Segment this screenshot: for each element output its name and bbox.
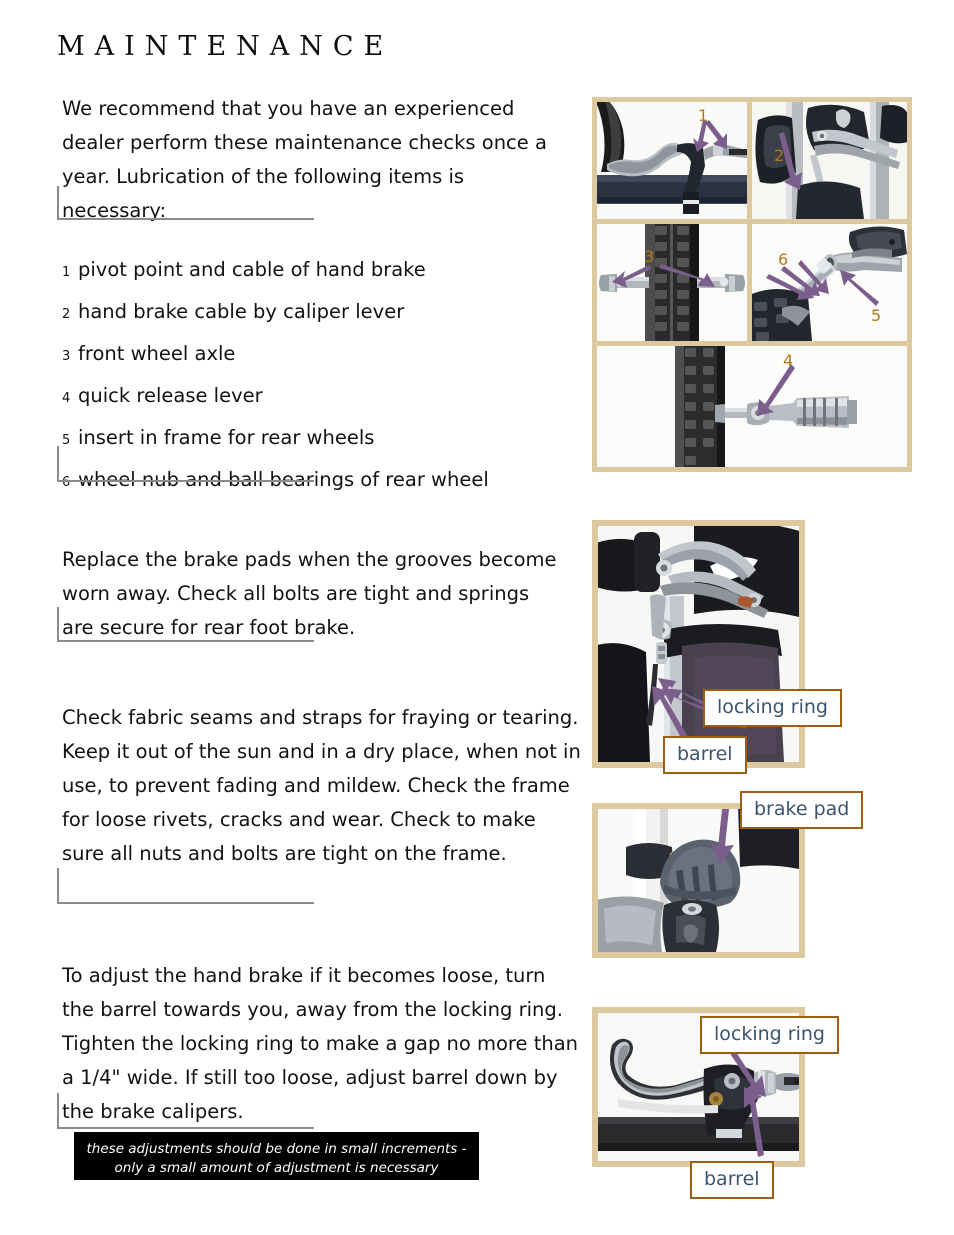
photo-number-4: 4 bbox=[783, 351, 794, 370]
photo-brake-pad bbox=[598, 809, 799, 952]
lubrication-list-item: 2 hand brake cable by caliper lever bbox=[62, 292, 582, 334]
photo-number-6: 6 bbox=[778, 250, 789, 269]
lubrication-list-item-text: hand brake cable by caliper lever bbox=[78, 300, 405, 323]
lubrication-list-item-number: 2 bbox=[62, 307, 71, 322]
lubrication-list-item: 1 pivot point and cable of hand brake bbox=[62, 250, 582, 292]
paragraph-brake-pads-text: Replace the brake pads when the grooves … bbox=[62, 548, 557, 639]
bracket-fabric bbox=[57, 868, 314, 904]
adjustment-note-line2: only a small amount of adjustment is nec… bbox=[114, 1160, 439, 1176]
lubrication-list-item-text: insert in frame for rear wheels bbox=[78, 426, 375, 449]
callout-hand-brake-barrel: barrel bbox=[690, 1161, 774, 1199]
photo-number-1: 1 bbox=[698, 106, 709, 125]
lubrication-list-item-number: 5 bbox=[62, 433, 71, 448]
maintenance-photo-grid: 1 2 3 6 5 4 bbox=[592, 97, 912, 472]
photo-number-3: 3 bbox=[644, 247, 655, 266]
adjustment-note-box: these adjustments should be done in smal… bbox=[74, 1132, 479, 1180]
paragraph-adjust: To adjust the hand brake if it becomes l… bbox=[62, 959, 582, 1129]
callout-brake-pad: brake pad bbox=[740, 791, 864, 829]
paragraph-fabric: Check fabric seams and straps for frayin… bbox=[62, 701, 582, 871]
lubrication-list-item: 3 front wheel axle bbox=[62, 334, 582, 376]
photo-brake-lever-handlebar: 1 bbox=[597, 102, 747, 219]
callout-hand-brake-locking-ring: locking ring bbox=[700, 1016, 839, 1054]
callout-brake-pad-label: brake pad bbox=[754, 798, 850, 820]
paragraph-brake-pads: Replace the brake pads when the grooves … bbox=[62, 543, 562, 645]
lubrication-list-item-number: 4 bbox=[62, 391, 71, 406]
adjustment-note-line1: these adjustments should be done in smal… bbox=[86, 1141, 467, 1157]
photo-quick-release-lever: 4 bbox=[597, 346, 907, 467]
lubrication-list: 1 pivot point and cable of hand brake 2 han… bbox=[62, 250, 582, 502]
lubrication-list-item: 6 wheel nub and ball bearings of rear whe… bbox=[62, 460, 582, 502]
paragraph-fabric-text: Check fabric seams and straps for frayin… bbox=[62, 706, 581, 865]
page-title: MAINTENANCE bbox=[57, 31, 394, 62]
paragraph-adjust-text: To adjust the hand brake if it becomes l… bbox=[62, 964, 579, 1123]
lubrication-list-item-number: 1 bbox=[62, 265, 71, 280]
photo-number-5: 5 bbox=[871, 306, 882, 325]
callout-hand-brake-locking-ring-label: locking ring bbox=[714, 1023, 825, 1045]
photo-frame-rear-brake bbox=[592, 520, 805, 768]
photo-front-wheel-axle: 3 bbox=[597, 224, 747, 341]
lubrication-list-item: 4 quick release lever bbox=[62, 376, 582, 418]
photo-caliper-lever-cable: 2 bbox=[752, 102, 907, 219]
callout-rear-brake-locking-ring: locking ring bbox=[703, 689, 842, 727]
callout-rear-brake-barrel-label: barrel bbox=[677, 743, 733, 765]
paragraph-intro-text: We recommend that you have an experience… bbox=[62, 97, 547, 222]
callout-rear-brake-locking-ring-label: locking ring bbox=[717, 696, 828, 718]
callout-rear-brake-barrel: barrel bbox=[663, 736, 747, 774]
lubrication-list-item-text: quick release lever bbox=[78, 384, 263, 407]
lubrication-list-item-text: wheel nub and ball bearings of rear whee… bbox=[78, 468, 489, 491]
lubrication-list-item-number: 6 bbox=[62, 475, 71, 490]
lubrication-list-item: 5 insert in frame for rear wheels bbox=[62, 418, 582, 460]
callout-hand-brake-barrel-label: barrel bbox=[704, 1168, 760, 1190]
photo-number-2: 2 bbox=[774, 146, 785, 165]
paragraph-intro: We recommend that you have an experience… bbox=[62, 92, 562, 228]
photo-quick-release-pin-and-frame-insert: 6 5 bbox=[752, 224, 907, 341]
lubrication-list-item-text: pivot point and cable of hand brake bbox=[78, 258, 426, 281]
lubrication-list-item-text: front wheel axle bbox=[78, 342, 236, 365]
lubrication-list-item-number: 3 bbox=[62, 349, 71, 364]
